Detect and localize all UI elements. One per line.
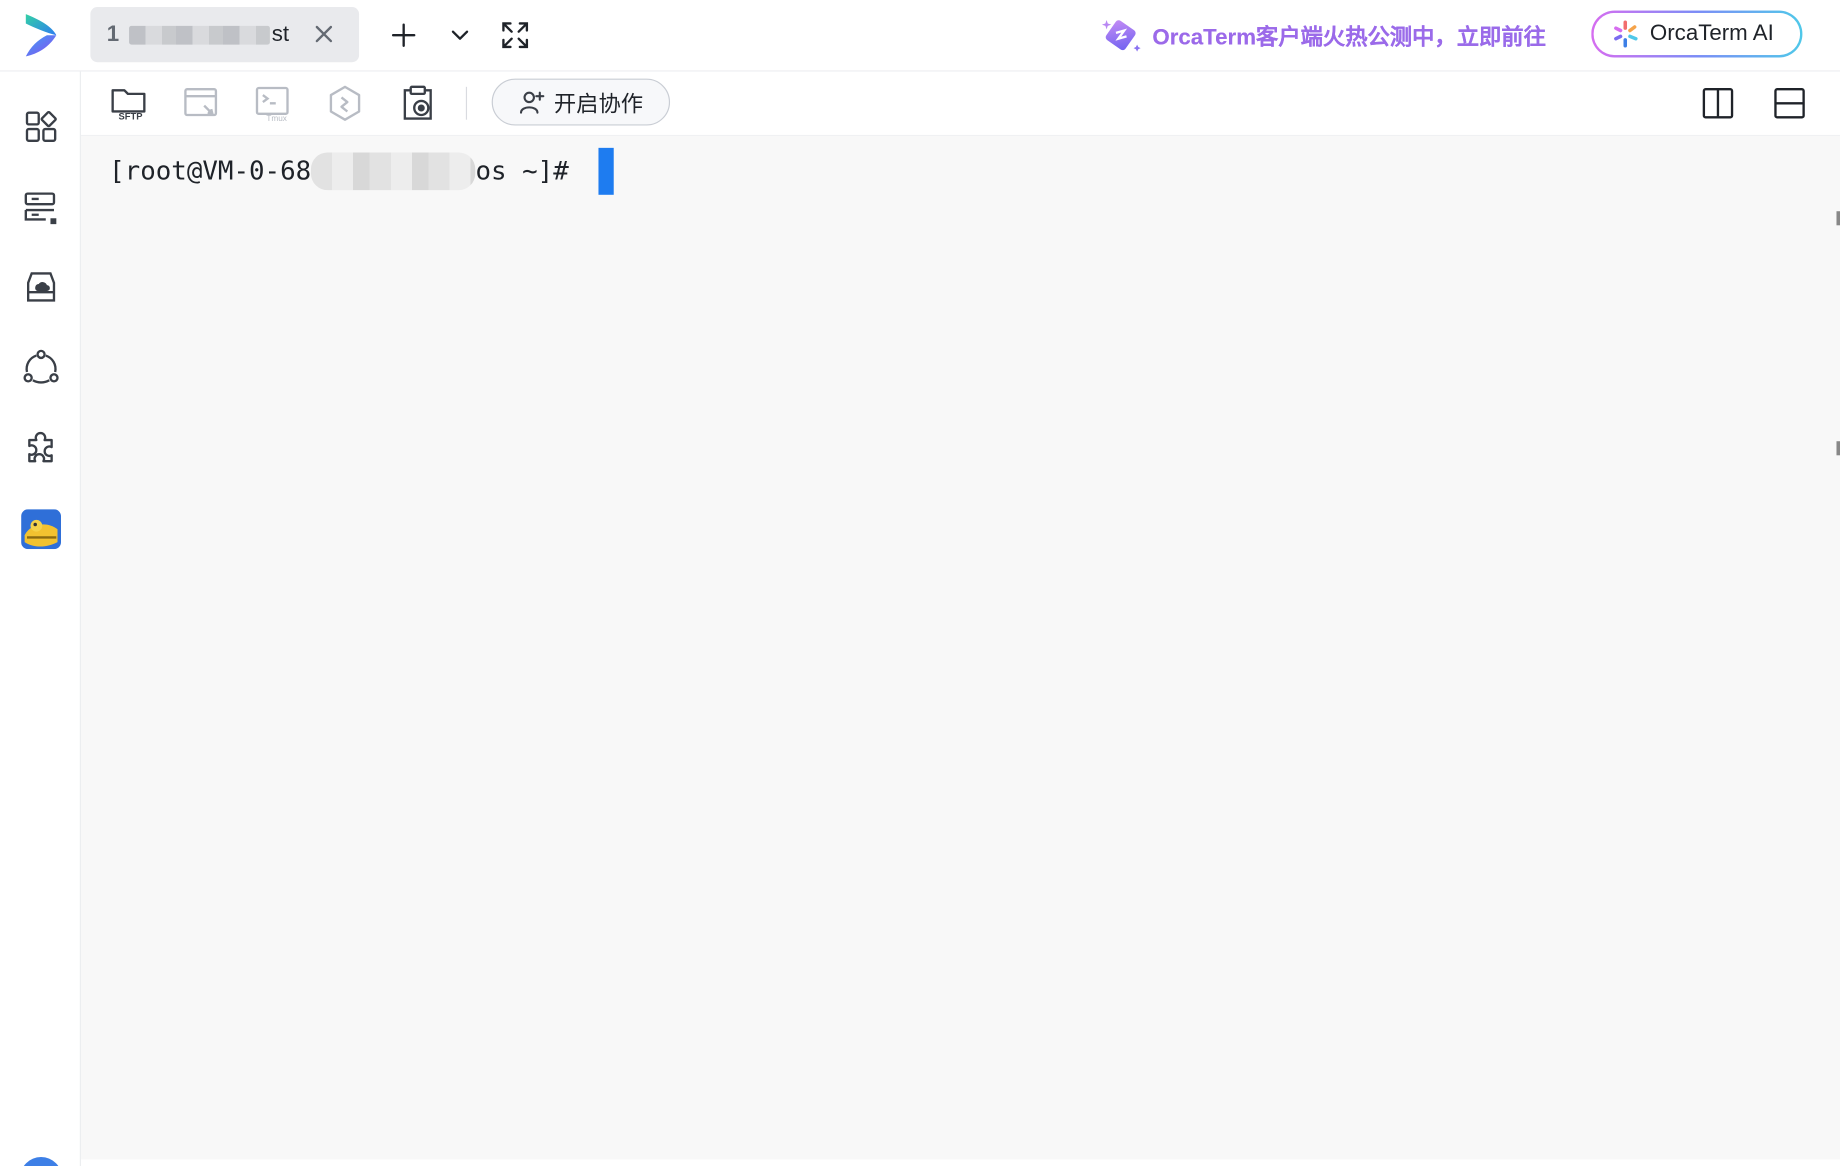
sidebar-item-cloud-drive[interactable]	[22, 269, 60, 307]
app-window: 1 st OrcaTerm客户端火热公测中，立即前往 OrcaTerm AI S…	[0, 0, 1840, 1166]
tab-title: st	[271, 21, 290, 47]
tmux-icon: Tmux	[255, 86, 289, 123]
tmux-label: Tmux	[266, 114, 287, 123]
sftp-icon: SFTP	[111, 89, 146, 122]
cloud-drive-icon	[26, 272, 56, 302]
account-avatar[interactable]	[19, 1157, 63, 1166]
sidebar-item-avatar[interactable]	[20, 508, 62, 550]
ai-sparkle-icon	[1614, 20, 1638, 48]
tab-dropdown-button[interactable]	[441, 16, 479, 54]
fullscreen-icon	[502, 22, 529, 49]
client-promo-link[interactable]: OrcaTerm客户端火热公测中，立即前往	[1101, 14, 1546, 56]
rocket-ticket-icon	[1101, 19, 1141, 52]
collab-label: 开启协作	[553, 92, 644, 117]
session-tab[interactable]: 1 st	[90, 7, 360, 63]
orcaterm-ai-button[interactable]: OrcaTerm AI	[1591, 11, 1802, 58]
screen-record-icon	[403, 85, 432, 120]
network-icon	[23, 349, 59, 384]
server-list-icon	[24, 192, 57, 225]
sidebar-item-plugins[interactable]	[22, 428, 60, 466]
terminal-prompt-line: [root@VM-0-68 os ~]#	[109, 147, 614, 195]
new-tab-button[interactable]	[385, 16, 423, 54]
terminal-cursor	[598, 147, 614, 195]
sftp-label: SFTP	[119, 112, 143, 122]
tab-title-redacted	[128, 25, 270, 45]
add-user-icon	[519, 91, 545, 114]
apps-icon	[25, 110, 57, 142]
tab-index: 1	[106, 21, 120, 47]
ai-button-label: OrcaTerm AI	[1649, 21, 1774, 46]
sftp-button[interactable]: SFTP	[109, 83, 149, 123]
sidebar-item-servers[interactable]	[22, 189, 60, 227]
sidebar	[0, 71, 81, 1166]
add-icon	[391, 23, 416, 47]
tmux-button[interactable]: Tmux	[253, 83, 293, 123]
fullscreen-button[interactable]	[496, 16, 534, 54]
scrollbar-mark	[1836, 441, 1840, 456]
hostname-redacted	[311, 152, 476, 191]
chevron-down-icon	[451, 30, 469, 40]
split-horizontal-button[interactable]	[1770, 83, 1810, 123]
remote-desktop-icon	[184, 88, 218, 117]
terminal-pane[interactable]: [root@VM-0-68 os ~]#	[80, 136, 1840, 1160]
sidebar-item-apps[interactable]	[22, 108, 60, 146]
user-avatar-icon	[21, 509, 62, 550]
top-bar: 1 st OrcaTerm客户端火热公测中，立即前往 OrcaTerm AI	[0, 0, 1840, 72]
start-collaboration-button[interactable]: 开启协作	[491, 78, 671, 126]
scrollbar-mark	[1836, 211, 1840, 226]
split-horizontal-icon	[1774, 88, 1805, 119]
sidebar-item-network[interactable]	[22, 349, 60, 387]
close-icon[interactable]	[312, 22, 335, 45]
terminal-toolbar: SFTP Tmux 开启协作	[80, 71, 1840, 137]
remote-desktop-button[interactable]	[182, 83, 222, 123]
toolbar-divider	[465, 86, 468, 120]
plugin-icon	[28, 431, 53, 463]
promo-text: OrcaTerm客户端火热公测中，立即前往	[1152, 19, 1546, 51]
hex-settings-button[interactable]	[325, 83, 365, 123]
prompt-prefix: [root@VM-0-68	[109, 156, 312, 186]
split-vertical-button[interactable]	[1698, 83, 1738, 123]
settings-hex-icon	[329, 85, 361, 121]
prompt-suffix: os ~]#	[475, 156, 585, 186]
orcaterm-logo-icon[interactable]	[21, 12, 61, 59]
screen-record-button[interactable]	[398, 83, 438, 123]
split-vertical-icon	[1702, 88, 1734, 119]
